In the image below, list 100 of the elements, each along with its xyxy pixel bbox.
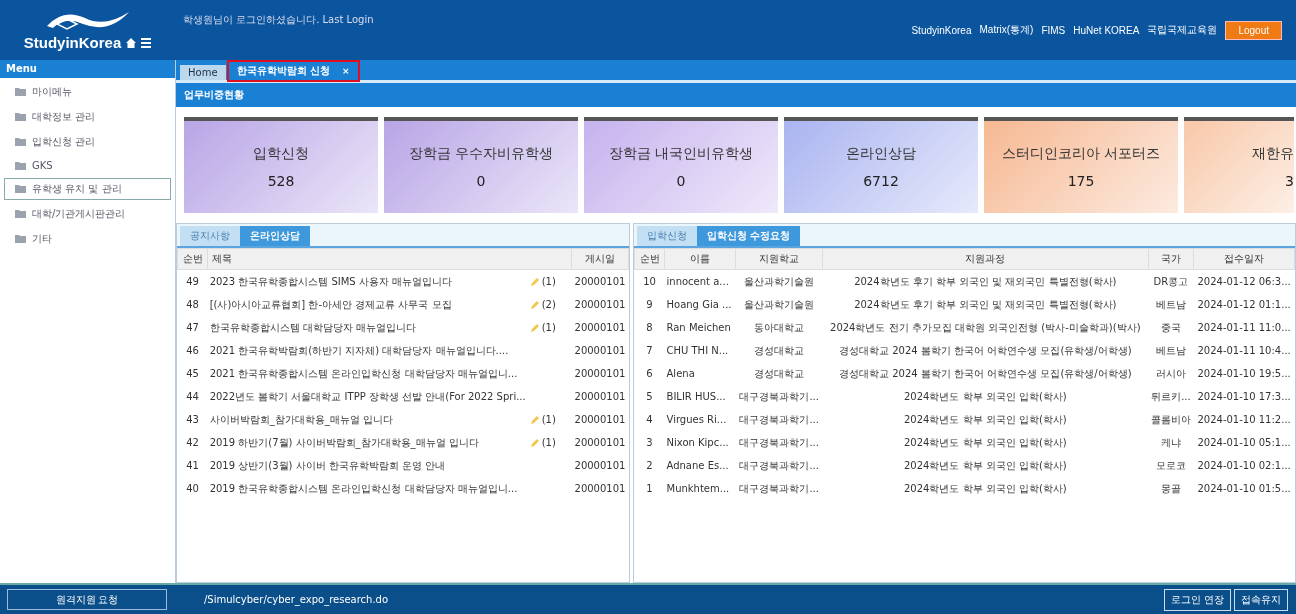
table-cell-text: 러시아	[1154, 366, 1187, 381]
table-cell-text: 2024학년도 전기 추가모집 대학원 외국인전형 (박사-미술학과)(박사)	[829, 320, 1142, 335]
table-cell-text: 20000101	[573, 367, 627, 381]
table-cell: 20000101	[571, 269, 629, 293]
page-tab[interactable]: Home	[180, 65, 226, 80]
comment-count: (1)	[541, 437, 556, 448]
stat-card[interactable]: 온라인상담 6712	[784, 117, 978, 213]
table-cell-text: Alena	[665, 367, 696, 381]
close-icon[interactable]: ×	[342, 66, 350, 76]
table-cell-text: 모로코	[1154, 458, 1187, 473]
post-title[interactable]: [(사)아시아교류협회] 한-아세안 경제교류 사무국 모집	[209, 297, 528, 312]
sidebar-item[interactable]: 마이메뉴	[4, 81, 171, 103]
table-cell-text: 20000101	[573, 321, 627, 335]
card-label: 스터디인코리아 서포터즈	[1001, 145, 1161, 163]
sidebar-item[interactable]: 대학정보 관리	[4, 106, 171, 128]
table-cell: 49	[177, 269, 208, 293]
table-cell-text: 베트남	[1154, 297, 1187, 312]
stat-card[interactable]: 재한유 3	[1184, 117, 1294, 213]
table-cell-text: 베트남	[1154, 343, 1187, 358]
post-title[interactable]: 2021 한국유학박람회(하반기 지자체) 대학담당자 매뉴얼입니다....	[209, 343, 528, 358]
table-cell-text: 경성대학교 2024 봄학기 한국어 어학연수생 모집(유학생/어학생)	[838, 366, 1133, 381]
card-label: 장학금 우수자비유학생	[408, 145, 554, 163]
table-cell-text: 20000101	[573, 390, 627, 404]
table-cell-text: 2024-01-10 11:2...	[1196, 413, 1292, 427]
column-header: 지원학교	[735, 248, 823, 270]
header-link[interactable]: HuNet KOREA	[1073, 24, 1140, 36]
stat-card[interactable]: 스터디인코리아 서포터즈 175	[984, 117, 1178, 213]
table-cell-text: 경성대학교	[753, 366, 806, 381]
folder-icon	[15, 161, 26, 170]
pencil-icon	[529, 276, 540, 287]
post-title[interactable]: 2019 상반기(3월) 사이버 한국유학박람회 운영 안내	[209, 458, 528, 473]
post-title[interactable]: 2021 한국유학종합시스템 온라인입학신청 대학담당자 매뉴얼입니...	[209, 366, 528, 381]
menu-icon[interactable]	[141, 37, 152, 48]
comment-count: (1)	[541, 322, 556, 333]
sidebar-item[interactable]: GKS	[4, 156, 171, 175]
table-cell-text: Nixon Kipc...	[665, 436, 730, 450]
column-header: 제목	[207, 248, 572, 270]
table-cell-text: 2024-01-10 17:3...	[1196, 390, 1292, 404]
sidebar-item[interactable]: 대학/기관게시판관리	[4, 203, 171, 225]
header-link[interactable]: Matrix(통계)	[979, 23, 1034, 37]
comment-count: (1)	[541, 414, 556, 425]
footer-button[interactable]: 접속유지	[1234, 588, 1288, 611]
folder-icon	[15, 185, 26, 193]
remote-support-button[interactable]: 원격지원 요청	[7, 589, 167, 610]
post-title[interactable]: 2023 한국유학종합시스템 SIMS 사용자 매뉴얼입니다	[209, 274, 528, 289]
column-header: 이름	[664, 248, 736, 270]
table-cell-text: 2024학년도 학부 외국인 입학(학사)	[902, 481, 1068, 496]
table-cell: 2024-01-12 06:3...	[1193, 269, 1295, 293]
post-title[interactable]: 2019 한국유학종합시스템 온라인입학신청 대학담당자 매뉴얼입니...	[209, 481, 528, 496]
table-cell-text: 20000101	[573, 459, 627, 473]
column-header: 국가	[1148, 248, 1194, 270]
comment-count: (1)	[541, 276, 556, 287]
table-cell-text: 5	[645, 390, 654, 404]
table-cell-text: 20000101	[573, 344, 627, 358]
stat-card[interactable]: 장학금 우수자비유학생 0	[384, 117, 578, 213]
table-cell-text: Hoang Gia ...	[665, 298, 733, 312]
table-cell-text: 2	[645, 459, 654, 473]
post-title[interactable]: 2019 하반기(7월) 사이버박람회_참가대학용_매뉴얼 입니다	[209, 435, 528, 450]
pencil-icon	[529, 414, 540, 425]
post-title[interactable]: 사이버박람회_참가대학용_매뉴얼 입니다	[209, 412, 528, 427]
table-cell-text: 44	[185, 390, 200, 404]
column-header: 순번	[634, 248, 665, 270]
table-cell-text: 42	[185, 436, 200, 450]
stat-card[interactable]: 장학금 내국인비유학생 0	[584, 117, 778, 213]
table-cell-text: Munkhtem...	[665, 482, 731, 496]
table-cell-text: 6	[645, 367, 654, 381]
table-cell: 2024학년도 후기 학부 외국인 및 재외국민 특별전형(학사)	[822, 269, 1149, 293]
table-cell-text: 2024-01-11 10:4...	[1196, 344, 1292, 358]
sidebar-item[interactable]: 기타	[4, 228, 171, 250]
sidebar-item[interactable]: 입학신청 관리	[4, 131, 171, 153]
pencil-icon	[529, 299, 540, 310]
folder-icon	[15, 235, 26, 243]
table-cell-text: 대구경북과학기...	[738, 458, 820, 473]
sidebar-item[interactable]: 유학생 유치 및 관리	[4, 178, 171, 200]
folder-icon	[15, 88, 26, 96]
table-cell-text: 43	[185, 413, 200, 427]
card-value: 0	[676, 173, 686, 189]
home-icon[interactable]	[126, 37, 137, 48]
post-title[interactable]: 2022년도 봄학기 서울대학교 ITPP 장학생 선발 안내(For 2022 Spri...	[209, 389, 528, 404]
table-cell-text: 2024학년도 학부 외국인 입학(학사)	[902, 389, 1068, 404]
footer-button[interactable]: 로그인 연장	[1164, 588, 1231, 611]
table-cell-text: BILIR HUS...	[665, 390, 727, 404]
table-cell-text: 8	[645, 321, 654, 335]
table-cell-text: 46	[185, 344, 200, 358]
header-link[interactable]: StudyinKorea	[911, 24, 972, 36]
post-title[interactable]: 한국유학종합시스템 대학담당자 매뉴얼입니다	[209, 320, 528, 335]
table-cell-text: 4	[645, 413, 654, 427]
table-cell-text: 47	[185, 321, 200, 335]
stat-card[interactable]: 입학신청 528	[184, 117, 378, 213]
card-value: 0	[476, 173, 486, 189]
folder-icon	[15, 113, 26, 121]
card-value: 528	[267, 173, 295, 189]
header-link[interactable]: 국립국제교육원	[1147, 23, 1218, 37]
folder-icon	[15, 138, 26, 146]
table-cell: innocent a...	[664, 269, 736, 293]
table-cell-text: 동아대학교	[753, 320, 806, 335]
logo-text[interactable]: StudyinKorea	[23, 34, 122, 51]
header-link[interactable]: FIMS	[1041, 24, 1066, 36]
table-cell-text: 45	[185, 367, 200, 381]
column-header: 접수일자	[1193, 248, 1295, 270]
